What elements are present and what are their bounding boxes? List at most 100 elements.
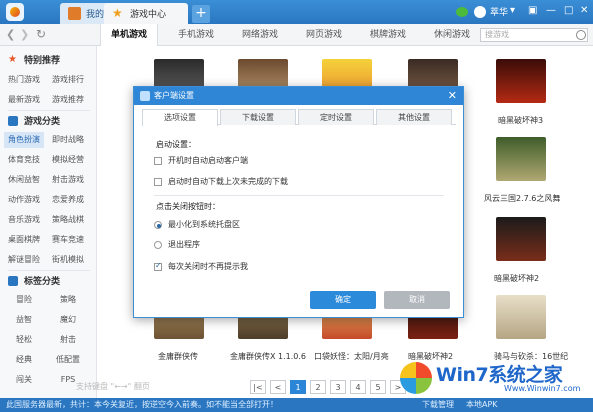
resume-download-option[interactable]: 启动时自动下载上次未完成的下载: [154, 176, 288, 187]
sidebar-item[interactable]: 射击: [48, 332, 88, 348]
autostart-checkbox[interactable]: [154, 156, 162, 165]
sidebar: ★ 特别推荐 热门游戏 游戏排行 最新游戏 游戏推荐 游戏分类 角色扮演 即时战…: [0, 46, 97, 398]
no-prompt-checkbox[interactable]: [154, 261, 162, 271]
page-button[interactable]: 4: [350, 380, 366, 394]
search-placeholder: 搜游戏: [485, 30, 509, 39]
category-tab-single[interactable]: 单机游戏: [100, 24, 159, 46]
sidebar-item[interactable]: 即时战略: [48, 132, 88, 148]
status-bar: 此国服务器最新，共计：本今关复近，按逆空今入前奏。如不能当全部打开！ 下载管理 …: [0, 398, 593, 412]
category-tab-board[interactable]: 棋牌游戏: [370, 24, 406, 46]
sidebar-item[interactable]: 低配置: [48, 352, 88, 368]
sidebar-item[interactable]: 游戏推荐: [48, 92, 88, 108]
game-thumbnail[interactable]: [496, 217, 546, 261]
sidebar-item[interactable]: 益智: [4, 312, 44, 328]
category-tab-casual[interactable]: 休闲游戏: [434, 24, 470, 46]
autostart-option[interactable]: 开机时自动启动客户端: [154, 155, 248, 166]
sidebar-item[interactable]: 角色扮演: [4, 132, 44, 148]
tab-game-center[interactable]: ★ 游戏中心: [104, 3, 188, 24]
game-thumbnail[interactable]: [496, 137, 546, 181]
game-title[interactable]: 风云三国2.7.6之风舞: [484, 193, 560, 204]
sidebar-item[interactable]: 射击游戏: [48, 172, 88, 188]
exit-option[interactable]: 退出程序: [154, 239, 200, 250]
game-title[interactable]: 金庸群侠传X 1.1.0.6: [230, 351, 306, 362]
game-title[interactable]: 金庸群侠传: [158, 351, 198, 362]
menu-icon[interactable]: ▾: [510, 5, 515, 16]
game-thumbnail[interactable]: [496, 295, 546, 339]
app-logo-icon: [6, 3, 24, 21]
game-title[interactable]: 暗黑破坏神3: [498, 115, 543, 126]
star-icon: ★: [112, 6, 123, 20]
sidebar-item[interactable]: 动作游戏: [4, 192, 44, 208]
sidebar-item[interactable]: 闯关: [4, 372, 44, 388]
close-window-icon[interactable]: ✕: [580, 5, 588, 16]
game-title[interactable]: 暗黑破坏神2: [494, 273, 539, 284]
download-manager-link[interactable]: 下载管理: [422, 398, 454, 412]
sidebar-section-tags: 标签分类: [8, 274, 60, 287]
minimize-radio[interactable]: [154, 220, 162, 229]
sidebar-item[interactable]: 策略战棋: [48, 212, 88, 228]
tab-download[interactable]: 下载设置: [220, 109, 296, 125]
sidebar-item[interactable]: 热门游戏: [4, 72, 44, 88]
user-area[interactable]: 萃华: [456, 5, 508, 18]
minimize-option[interactable]: 最小化到系统托盘区: [154, 219, 240, 230]
option-label: 最小化到系统托盘区: [168, 220, 240, 229]
category-tab-mobile[interactable]: 手机游戏: [178, 24, 214, 46]
option-label: 启动时自动下载上次未完成的下载: [168, 177, 288, 186]
nav-row: ❮ ❯ ↻ 单机游戏 手机游戏 网络游戏 网页游戏 棋牌游戏 休闲游戏 搜游戏: [0, 24, 593, 46]
maximize-icon[interactable]: □: [564, 5, 573, 16]
category-icon: [8, 115, 18, 126]
user-avatar-icon: [474, 5, 486, 18]
resume-download-checkbox[interactable]: [154, 177, 162, 186]
sidebar-item[interactable]: 赛车竞速: [48, 232, 88, 248]
sidebar-item[interactable]: 解谜冒险: [4, 252, 44, 268]
game-title[interactable]: 口袋妖怪：太阳/月亮: [314, 351, 389, 362]
no-prompt-option[interactable]: 每次关闭时不再提示我: [154, 261, 248, 272]
page-first-button[interactable]: |<: [250, 380, 266, 394]
sidebar-item[interactable]: 冒险: [4, 292, 44, 308]
page-button[interactable]: 1: [290, 380, 306, 394]
sidebar-item[interactable]: 街机模拟: [48, 252, 88, 268]
minimize-icon[interactable]: —: [546, 5, 556, 16]
sidebar-item[interactable]: 轻松: [4, 332, 44, 348]
watermark: Win7系统之家 Www.Winwin7.com: [394, 356, 593, 398]
cancel-button[interactable]: 取消: [384, 291, 450, 309]
forward-icon[interactable]: ❯: [20, 28, 29, 41]
wechat-icon[interactable]: [456, 6, 468, 17]
back-icon[interactable]: ❮: [6, 28, 15, 41]
sidebar-item[interactable]: 体育竞技: [4, 152, 44, 168]
sidebar-item[interactable]: 模拟经营: [48, 152, 88, 168]
category-tab-online[interactable]: 网络游戏: [242, 24, 278, 46]
tab-other[interactable]: 其他设置: [376, 109, 452, 125]
tab-options[interactable]: 选项设置: [142, 109, 218, 126]
sidebar-item[interactable]: 音乐游戏: [4, 212, 44, 228]
sidebar-item[interactable]: 魔幻: [48, 312, 88, 328]
divider: [8, 270, 90, 271]
close-icon[interactable]: ✕: [448, 90, 457, 101]
sidebar-item[interactable]: 最新游戏: [4, 92, 44, 108]
category-tab-web[interactable]: 网页游戏: [306, 24, 342, 46]
sidebar-item[interactable]: 休闲益智: [4, 172, 44, 188]
page-button[interactable]: 5: [370, 380, 386, 394]
sidebar-item[interactable]: 桌面棋牌: [4, 232, 44, 248]
search-icon[interactable]: [576, 30, 586, 40]
add-tab-button[interactable]: +: [192, 5, 210, 23]
search-input[interactable]: 搜游戏: [480, 28, 588, 42]
my-games-icon: [68, 7, 81, 20]
local-apk-link[interactable]: 本地APK: [466, 398, 498, 412]
exit-radio[interactable]: [154, 240, 162, 249]
sidebar-item[interactable]: 策略: [48, 292, 88, 308]
page-button[interactable]: 2: [310, 380, 326, 394]
sidebar-item[interactable]: 游戏排行: [48, 72, 88, 88]
refresh-icon[interactable]: ↻: [36, 27, 46, 41]
page-prev-button[interactable]: <: [270, 380, 286, 394]
sidebar-section-title: 标签分类: [24, 277, 61, 287]
sidebar-item[interactable]: 恋爱养成: [48, 192, 88, 208]
page-button[interactable]: 3: [330, 380, 346, 394]
ok-button[interactable]: 确定: [310, 291, 376, 309]
sidebar-item[interactable]: 经典: [4, 352, 44, 368]
sidebar-section-title: 游戏分类: [24, 117, 61, 127]
skin-icon[interactable]: ▣: [528, 5, 537, 16]
game-thumbnail[interactable]: [496, 59, 546, 103]
pagination: |< < 1 2 3 4 5 >: [250, 380, 410, 394]
tab-schedule[interactable]: 定时设置: [298, 109, 374, 125]
